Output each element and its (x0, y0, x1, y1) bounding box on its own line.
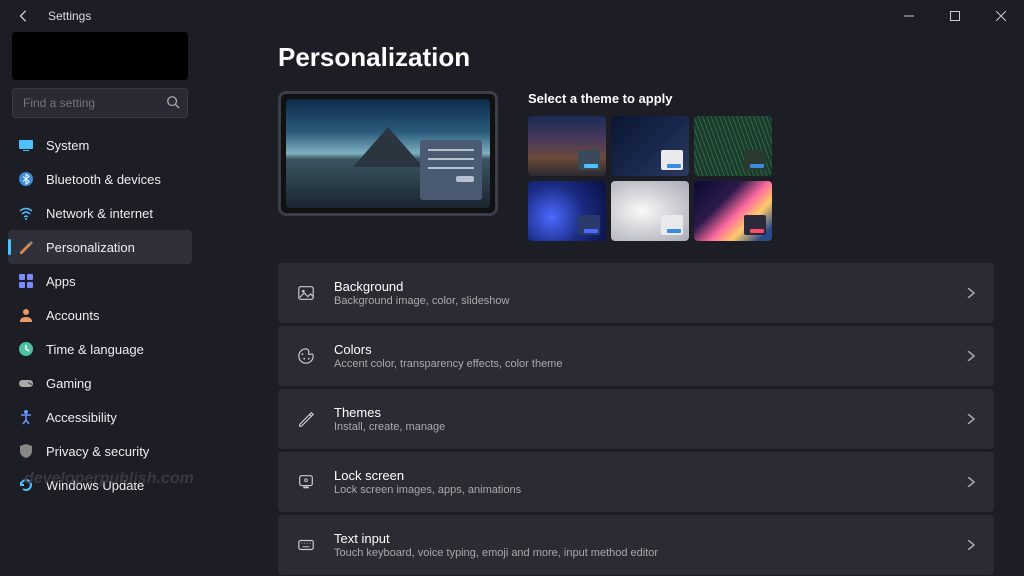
sidebar-item-privacy[interactable]: Privacy & security (8, 434, 192, 468)
option-sub: Install, create, manage (334, 421, 948, 433)
nav-list: System Bluetooth & devices Network & int… (8, 128, 192, 502)
theme-tile[interactable] (694, 181, 772, 241)
sidebar-item-label: Accessibility (46, 410, 117, 425)
colors-icon (296, 346, 316, 366)
sidebar-item-label: Privacy & security (46, 444, 149, 459)
preview-window (420, 140, 482, 200)
option-title: Lock screen (334, 468, 948, 483)
option-sub: Background image, color, slideshow (334, 295, 948, 307)
option-sub: Accent color, transparency effects, colo… (334, 358, 948, 370)
chevron-right-icon (966, 288, 976, 298)
profile-block[interactable] (12, 32, 188, 80)
option-title: Themes (334, 405, 948, 420)
option-sub: Lock screen images, apps, animations (334, 484, 948, 496)
accounts-icon (18, 307, 34, 323)
sidebar-item-bluetooth[interactable]: Bluetooth & devices (8, 162, 192, 196)
sidebar: System Bluetooth & devices Network & int… (0, 32, 200, 576)
sidebar-item-label: Personalization (46, 240, 135, 255)
sidebar-item-system[interactable]: System (8, 128, 192, 162)
update-icon (18, 477, 34, 493)
option-textinput[interactable]: Text inputTouch keyboard, voice typing, … (278, 515, 994, 575)
arrow-left-icon (17, 9, 31, 23)
sidebar-item-network[interactable]: Network & internet (8, 196, 192, 230)
sidebar-item-accessibility[interactable]: Accessibility (8, 400, 192, 434)
option-title: Background (334, 279, 948, 294)
top-area: Select a theme to apply (278, 91, 994, 241)
window-controls (886, 0, 1024, 32)
option-colors[interactable]: ColorsAccent color, transparency effects… (278, 326, 994, 386)
sidebar-item-label: Bluetooth & devices (46, 172, 161, 187)
background-icon (296, 283, 316, 303)
back-button[interactable] (12, 4, 36, 28)
window-title: Settings (48, 9, 91, 23)
theme-tile[interactable] (611, 116, 689, 176)
accessibility-icon (18, 409, 34, 425)
system-icon (18, 137, 34, 153)
sidebar-item-label: Accounts (46, 308, 99, 323)
search-icon (166, 95, 180, 109)
close-button[interactable] (978, 0, 1024, 32)
themes-block: Select a theme to apply (528, 91, 994, 241)
keyboard-icon (296, 535, 316, 555)
time-language-icon (18, 341, 34, 357)
theme-tile[interactable] (694, 116, 772, 176)
sidebar-item-update[interactable]: Windows Update (8, 468, 192, 502)
option-themes[interactable]: ThemesInstall, create, manage (278, 389, 994, 449)
maximize-button[interactable] (932, 0, 978, 32)
chevron-right-icon (966, 477, 976, 487)
network-icon (18, 205, 34, 221)
theme-tile[interactable] (528, 116, 606, 176)
option-title: Text input (334, 531, 948, 546)
search-box (12, 88, 188, 118)
personalization-icon (18, 239, 34, 255)
option-background[interactable]: BackgroundBackground image, color, slide… (278, 263, 994, 323)
option-lockscreen[interactable]: Lock screenLock screen images, apps, ani… (278, 452, 994, 512)
sidebar-item-label: Gaming (46, 376, 92, 391)
sidebar-item-label: Network & internet (46, 206, 153, 221)
maximize-icon (950, 11, 960, 21)
sidebar-item-personalization[interactable]: Personalization (8, 230, 192, 264)
theme-tile[interactable] (611, 181, 689, 241)
sidebar-item-label: Windows Update (46, 478, 144, 493)
sidebar-item-label: Time & language (46, 342, 144, 357)
option-sub: Touch keyboard, voice typing, emoji and … (334, 547, 948, 559)
chevron-right-icon (966, 351, 976, 361)
lockscreen-icon (296, 472, 316, 492)
sidebar-item-time[interactable]: Time & language (8, 332, 192, 366)
minimize-icon (904, 11, 914, 21)
option-title: Colors (334, 342, 948, 357)
chevron-right-icon (966, 540, 976, 550)
desktop-preview (278, 91, 498, 216)
preview-wallpaper (286, 99, 490, 208)
chevron-right-icon (966, 414, 976, 424)
option-list: BackgroundBackground image, color, slide… (278, 263, 994, 576)
bluetooth-icon (18, 171, 34, 187)
privacy-icon (18, 443, 34, 459)
sidebar-item-label: Apps (46, 274, 76, 289)
page-title: Personalization (278, 42, 994, 73)
apps-icon (18, 273, 34, 289)
theme-grid (528, 116, 994, 241)
sidebar-item-gaming[interactable]: Gaming (8, 366, 192, 400)
sidebar-item-accounts[interactable]: Accounts (8, 298, 192, 332)
themes-title: Select a theme to apply (528, 91, 994, 106)
close-icon (996, 11, 1006, 21)
theme-tile[interactable] (528, 181, 606, 241)
search-input[interactable] (12, 88, 188, 118)
themes-icon (296, 409, 316, 429)
sidebar-item-apps[interactable]: Apps (8, 264, 192, 298)
minimize-button[interactable] (886, 0, 932, 32)
gaming-icon (18, 375, 34, 391)
main-content[interactable]: Personalization Select a theme to apply (200, 32, 1024, 576)
sidebar-item-label: System (46, 138, 89, 153)
titlebar: Settings (0, 0, 1024, 32)
